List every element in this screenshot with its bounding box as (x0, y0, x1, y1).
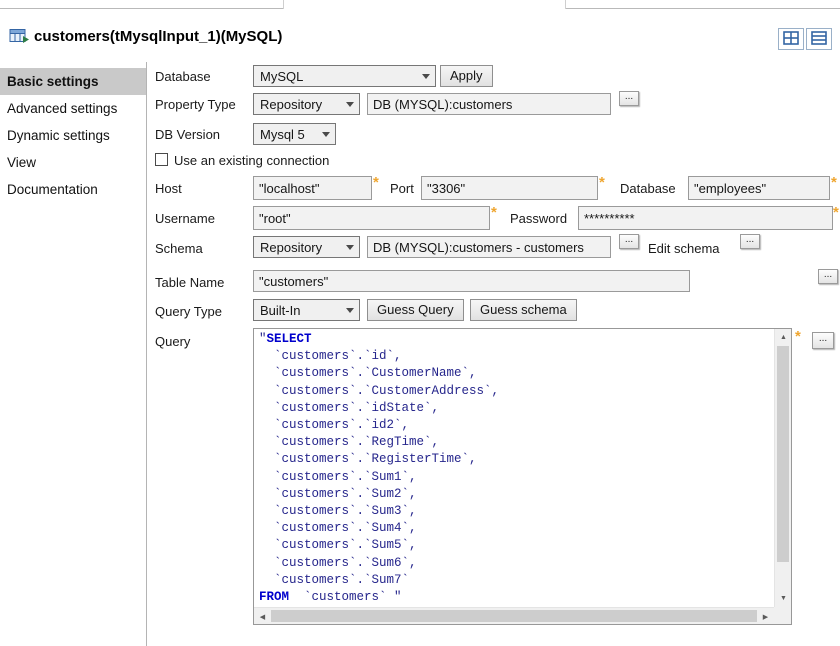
scroll-left-button[interactable]: ◀ (254, 608, 271, 625)
query-horizontal-scrollbar[interactable]: ◀ ▶ (254, 607, 774, 624)
query-type-select-value: Built-In (260, 303, 300, 318)
property-type-label: Property Type (155, 97, 236, 112)
property-repository-field[interactable]: DB (MYSQL):customers (367, 93, 611, 115)
schema-mode-select-value: Repository (260, 240, 322, 255)
sidebar-item-documentation[interactable]: Documentation (0, 176, 146, 203)
schema-repository-field[interactable]: DB (MYSQL):customers - customers (367, 236, 611, 258)
db-version-label: DB Version (155, 127, 220, 142)
schema-browse-button[interactable]: ... (619, 234, 639, 249)
sidebar-item-dynamic-settings[interactable]: Dynamic settings (0, 122, 146, 149)
query-label: Query (155, 334, 190, 349)
query-editor-text[interactable]: "SELECT `customers`.`id`, `customers`.`C… (254, 329, 774, 607)
schema-label: Schema (155, 241, 203, 256)
property-browse-button[interactable]: ... (619, 91, 639, 106)
tab-edge (283, 0, 284, 9)
tab-edge (565, 0, 566, 9)
query-required-marker: * (795, 328, 801, 345)
apply-button[interactable]: Apply (440, 65, 493, 87)
database-select-value: MySQL (260, 69, 303, 84)
query-type-label: Query Type (155, 304, 222, 319)
scroll-down-button[interactable]: ▼ (775, 590, 792, 607)
host-required-marker: * (373, 174, 379, 191)
tab-strip-line (0, 8, 283, 9)
database-select[interactable]: MySQL (253, 65, 436, 87)
chevron-down-icon (346, 308, 354, 313)
chevron-down-icon (346, 102, 354, 107)
schema-mode-select[interactable]: Repository (253, 236, 360, 258)
sidebar-item-advanced-settings[interactable]: Advanced settings (0, 95, 146, 122)
chevron-down-icon (346, 245, 354, 250)
sidebar-item-view[interactable]: View (0, 149, 146, 176)
port-label: Port (390, 181, 414, 196)
edit-schema-label: Edit schema (648, 241, 720, 256)
scroll-right-button[interactable]: ▶ (757, 608, 774, 625)
use-existing-connection-label: Use an existing connection (174, 153, 329, 168)
page-title: customers(tMysqlInput_1)(MySQL) (34, 28, 282, 45)
row-view-toggle-button[interactable] (806, 28, 832, 50)
query-editor: "SELECT `customers`.`id`, `customers`.`C… (253, 328, 792, 625)
sidebar-item-basic-settings[interactable]: Basic settings (0, 68, 146, 95)
sidebar-divider (146, 62, 147, 646)
arrow-down-icon: ▼ (780, 595, 787, 602)
database-required-marker: * (831, 174, 837, 191)
edit-schema-browse-button[interactable]: ... (740, 234, 760, 249)
table-name-field[interactable]: "customers" (253, 270, 690, 292)
host-field[interactable]: "localhost" (253, 176, 372, 200)
password-label: Password (510, 211, 567, 226)
property-type-select[interactable]: Repository (253, 93, 360, 115)
port-field[interactable]: "3306" (421, 176, 598, 200)
db-version-select-value: Mysql 5 (260, 127, 305, 142)
password-required-marker: * (833, 204, 839, 221)
query-type-select[interactable]: Built-In (253, 299, 360, 321)
query-browse-button[interactable]: ... (812, 332, 834, 349)
database-label: Database (155, 69, 211, 84)
vertical-scroll-thumb[interactable] (777, 346, 789, 562)
port-required-marker: * (599, 174, 605, 191)
tab-strip-line (566, 8, 840, 9)
host-label: Host (155, 181, 182, 196)
database-name-label: Database (620, 181, 676, 196)
use-existing-connection-checkbox[interactable] (155, 153, 168, 166)
horizontal-scroll-thumb[interactable] (271, 610, 757, 622)
arrow-left-icon: ◀ (260, 613, 265, 621)
grid-view-icon (783, 31, 799, 48)
username-label: Username (155, 211, 215, 226)
scroll-up-button[interactable]: ▲ (775, 329, 792, 346)
chevron-down-icon (422, 74, 430, 79)
arrow-right-icon: ▶ (763, 613, 768, 621)
query-vertical-scrollbar[interactable]: ▲ ▼ (774, 329, 791, 607)
scrollbar-corner (774, 607, 791, 624)
grid-view-toggle-button[interactable] (778, 28, 804, 50)
password-field[interactable]: ********** (578, 206, 833, 230)
username-field[interactable]: "root" (253, 206, 490, 230)
component-settings-panel: customers(tMysqlInput_1)(MySQL) Basic se… (0, 0, 840, 646)
database-name-field[interactable]: "employees" (688, 176, 830, 200)
guess-schema-button[interactable]: Guess schema (470, 299, 577, 321)
username-required-marker: * (491, 204, 497, 221)
mysql-input-component-icon (9, 27, 30, 49)
arrow-up-icon: ▲ (780, 334, 787, 341)
property-type-select-value: Repository (260, 97, 322, 112)
table-name-browse-button[interactable]: ... (818, 269, 838, 284)
db-version-select[interactable]: Mysql 5 (253, 123, 336, 145)
row-view-icon (811, 31, 827, 48)
table-name-label: Table Name (155, 275, 224, 290)
chevron-down-icon (322, 132, 330, 137)
guess-query-button[interactable]: Guess Query (367, 299, 464, 321)
